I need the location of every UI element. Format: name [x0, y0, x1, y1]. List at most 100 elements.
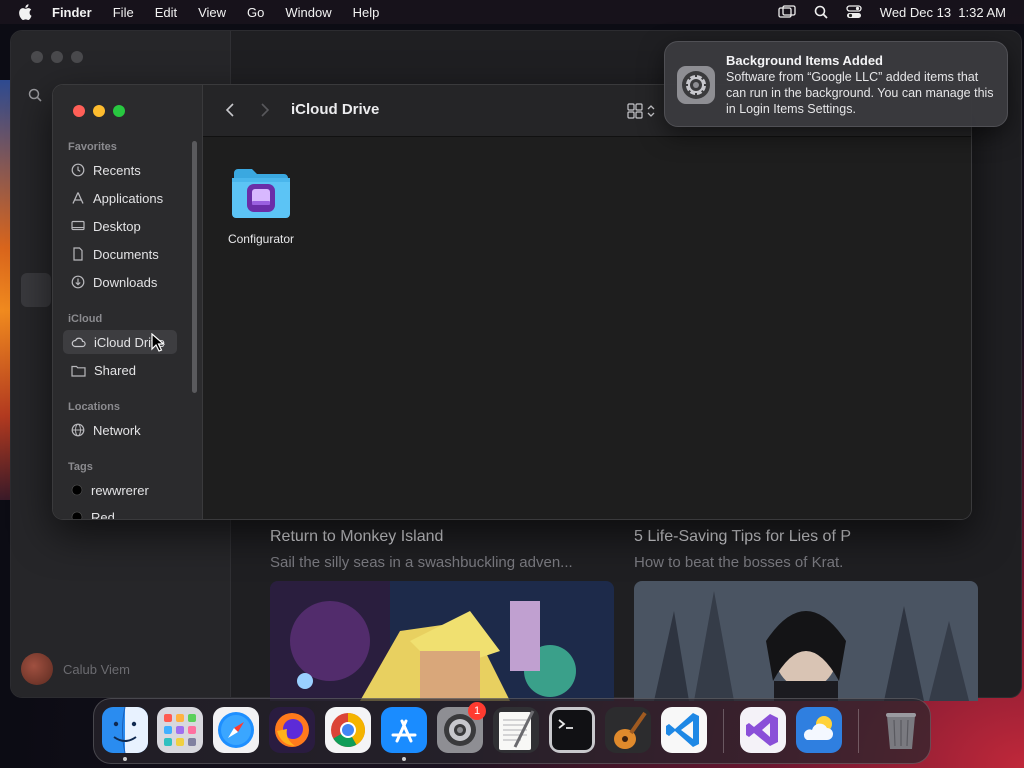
file-name: Configurator: [227, 232, 295, 246]
document-icon: [73, 247, 83, 261]
dock-textedit[interactable]: [493, 707, 539, 753]
sidebar-item-label: Desktop: [93, 218, 141, 234]
dock-launchpad[interactable]: [157, 707, 203, 753]
sidebar-item-documents[interactable]: Documents: [63, 242, 177, 266]
finder-window: Favorites Recents Applications Desktop D…: [52, 84, 972, 520]
story-title: Return to Monkey Island: [270, 528, 444, 545]
dock-visual-studio[interactable]: [740, 707, 786, 753]
globe-icon: [71, 423, 85, 437]
running-indicator: [402, 757, 406, 761]
screen-mirror-icon[interactable]: [778, 5, 796, 19]
clock-icon: [71, 163, 85, 177]
notification-banner[interactable]: Background Items Added Software from “Go…: [664, 41, 1008, 127]
download-icon: [71, 275, 85, 289]
dock-app-store[interactable]: [381, 707, 427, 753]
dock-finder[interactable]: [102, 707, 148, 753]
story-subtitle: How to beat the bosses of Krat.: [634, 554, 844, 571]
file-item[interactable]: Configurator: [223, 167, 299, 246]
grid-view-icon: [627, 103, 643, 119]
running-indicator: [123, 757, 127, 761]
sidebar-item-label: Applications: [93, 190, 164, 206]
dock-separator: [723, 709, 724, 753]
sidebar-scrollbar[interactable]: [192, 141, 197, 393]
dock-terminal[interactable]: [549, 707, 595, 753]
sidebar-item-label: Shared: [94, 362, 136, 378]
sidebar-section-icloud: iCloud: [68, 313, 103, 325]
dock-trash[interactable]: [878, 707, 924, 753]
avatar: [21, 653, 53, 685]
control-center-icon[interactable]: [846, 5, 862, 19]
background-traffic-lights: [31, 51, 83, 63]
menu-view[interactable]: View: [198, 5, 226, 20]
user-name: Calub Viem: [63, 661, 130, 677]
story-card[interactable]: Return to Monkey Island Sail the silly s…: [270, 528, 614, 701]
minimize-button[interactable]: [93, 105, 105, 117]
search-icon[interactable]: [27, 87, 43, 103]
finder-sidebar: Favorites Recents Applications Desktop D…: [53, 85, 203, 519]
tag-dot-icon: [71, 484, 83, 496]
back-button[interactable]: [225, 102, 235, 123]
tag-dot-icon: [71, 511, 83, 519]
story-image: [634, 581, 978, 701]
close-button[interactable]: [73, 105, 85, 117]
spotlight-icon[interactable]: [814, 5, 828, 19]
dock-vscode[interactable]: [661, 707, 707, 753]
chevron-updown-icon: [647, 105, 655, 117]
sidebar-item-applications[interactable]: Applications: [63, 186, 177, 210]
finder-content: Configurator: [203, 137, 971, 519]
folder-icon: [232, 169, 290, 218]
sidebar-tag-item[interactable]: rewwrerer: [63, 478, 177, 502]
cloud-icon: [71, 337, 86, 348]
shared-folder-icon: [71, 365, 86, 377]
menu-help[interactable]: Help: [353, 5, 380, 20]
mouse-cursor-icon: [151, 332, 166, 358]
menu-go[interactable]: Go: [247, 5, 264, 20]
menu-bar: Finder File Edit View Go Window Help Wed…: [0, 0, 1024, 24]
sidebar-item-desktop[interactable]: Desktop: [63, 214, 177, 238]
dock-firefox[interactable]: [269, 707, 315, 753]
forward-button[interactable]: [260, 102, 270, 123]
menu-window[interactable]: Window: [285, 5, 331, 20]
sidebar-item-label: Red: [91, 509, 115, 520]
dock-separator: [858, 709, 859, 753]
apple-menu-icon[interactable]: [18, 4, 36, 20]
dock-safari[interactable]: [213, 707, 259, 753]
zoom-button[interactable]: [113, 105, 125, 117]
story-card[interactable]: 5 Life-Saving Tips for Lies of P How to …: [634, 528, 978, 701]
story-image: [270, 581, 614, 701]
notification-title: Background Items Added: [726, 53, 883, 68]
desktop-icon: [71, 220, 85, 231]
menu-edit[interactable]: Edit: [155, 5, 177, 20]
notification-badge: 1: [468, 702, 486, 720]
sidebar-section-locations: Locations: [68, 401, 120, 413]
dock-chrome[interactable]: [325, 707, 371, 753]
dock-garageband[interactable]: [605, 707, 651, 753]
sidebar-section-favorites: Favorites: [68, 141, 117, 153]
window-title: iCloud Drive: [291, 101, 380, 118]
gear-icon: [677, 66, 715, 104]
menu-file[interactable]: File: [113, 5, 134, 20]
sidebar-section-tags: Tags: [68, 461, 93, 473]
applications-icon: [72, 192, 84, 204]
user-profile[interactable]: Calub Viem: [21, 653, 130, 685]
dock-weather[interactable]: [796, 707, 842, 753]
sidebar-item-label: rewwrerer: [91, 482, 149, 498]
story-title: 5 Life-Saving Tips for Lies of P: [634, 528, 851, 545]
background-sidebar-selection: [21, 273, 51, 307]
sidebar-item-label: Downloads: [93, 274, 158, 290]
sidebar-item-label: Documents: [93, 246, 159, 262]
story-subtitle: Sail the silly seas in a swashbuckling a…: [270, 554, 573, 571]
sidebar-item-shared[interactable]: Shared: [63, 358, 177, 382]
sidebar-item-downloads[interactable]: Downloads: [63, 270, 177, 294]
window-controls: [73, 105, 125, 117]
view-options-button[interactable]: [627, 103, 655, 119]
menu-clock[interactable]: Wed Dec 13 1:32 AM: [880, 5, 1006, 20]
sidebar-item-recents[interactable]: Recents: [63, 158, 177, 182]
sidebar-item-network[interactable]: Network: [63, 418, 177, 442]
sidebar-tag-item[interactable]: Red: [63, 505, 177, 520]
notification-body: Software from “Google LLC” added items t…: [726, 70, 994, 116]
menu-app-name[interactable]: Finder: [52, 5, 92, 20]
sidebar-item-label: Recents: [93, 162, 141, 178]
sidebar-item-label: Network: [93, 422, 141, 438]
dock: 1: [93, 698, 931, 764]
